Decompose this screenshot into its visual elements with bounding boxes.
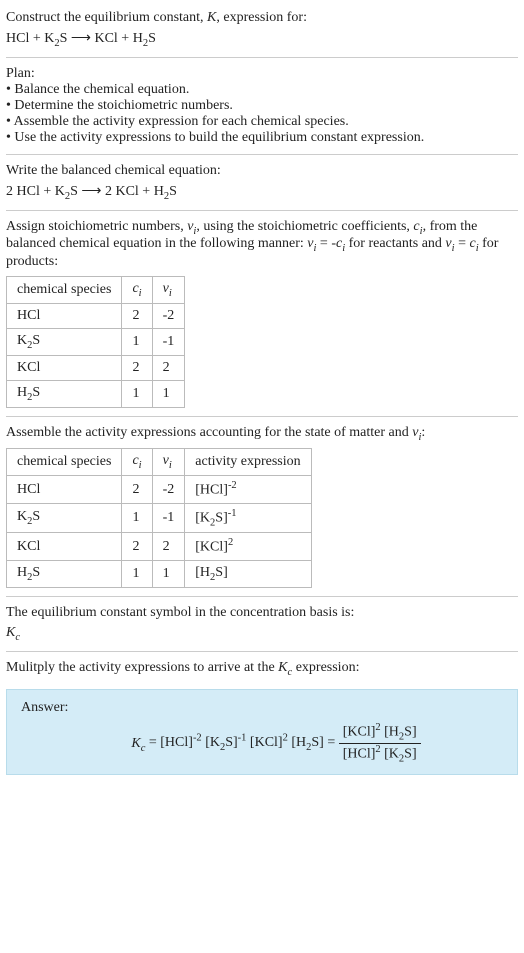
cell-c: 2 (122, 355, 152, 380)
table-header: activity expression (185, 449, 311, 476)
plan-item-text: Assemble the activity expression for eac… (14, 114, 349, 129)
table-row: chemical species ci νi (7, 277, 185, 304)
cell-species: K2S (7, 503, 122, 532)
cell-c: 2 (122, 476, 152, 504)
table-header: ci (122, 277, 152, 304)
cell-v: -2 (152, 476, 185, 504)
plan-item-text: Determine the stoichiometric numbers. (14, 98, 233, 113)
kc-symbol: Kc (6, 625, 518, 643)
multiply-section: Mulitply the activity expressions to arr… (6, 654, 518, 684)
balanced-equation: 2 HCl + K2S ⟶ 2 KCl + H2S (6, 183, 518, 202)
cell-c: 1 (122, 503, 152, 532)
plan-section: Plan: • Balance the chemical equation. •… (6, 60, 518, 152)
balanced-section: Write the balanced chemical equation: 2 … (6, 157, 518, 208)
table-header: chemical species (7, 277, 122, 304)
activity-section: Assemble the activity expressions accoun… (6, 419, 518, 594)
cell-species: H2S (7, 560, 122, 587)
cell-v: 1 (152, 380, 185, 407)
cell-species: HCl (7, 476, 122, 504)
plan-title: Plan: (6, 66, 518, 82)
cell-v: 2 (152, 355, 185, 380)
cell-species: H2S (7, 380, 122, 407)
cell-species: K2S (7, 328, 122, 355)
table-header: νi (152, 449, 185, 476)
prompt-section: Construct the equilibrium constant, K, e… (6, 4, 518, 55)
cell-expr: [HCl]-2 (185, 476, 311, 504)
divider (6, 596, 518, 597)
answer-label: Answer: (21, 700, 503, 716)
symbol-section: The equilibrium constant symbol in the c… (6, 599, 518, 649)
stoich-table: chemical species ci νi HCl 2 -2 K2S 1 -1… (6, 276, 185, 407)
cell-c: 1 (122, 380, 152, 407)
table-row: K2S 1 -1 (7, 328, 185, 355)
plan-item-text: Balance the chemical equation. (14, 82, 189, 97)
table-row: KCl 2 2 [KCl]2 (7, 533, 312, 561)
cell-expr: [K2S]-1 (185, 503, 311, 532)
cell-c: 2 (122, 303, 152, 328)
plan-item: • Determine the stoichiometric numbers. (6, 98, 518, 114)
plan-item: • Balance the chemical equation. (6, 82, 518, 98)
cell-expr: [H2S] (185, 560, 311, 587)
cell-v: 1 (152, 560, 185, 587)
stoich-section: Assign stoichiometric numbers, νi, using… (6, 213, 518, 414)
table-row: H2S 1 1 [H2S] (7, 560, 312, 587)
stoich-intro: Assign stoichiometric numbers, νi, using… (6, 219, 518, 271)
activity-intro: Assemble the activity expressions accoun… (6, 425, 518, 443)
divider (6, 210, 518, 211)
plan-item-text: Use the activity expressions to build th… (14, 130, 424, 145)
divider (6, 154, 518, 155)
multiply-intro: Mulitply the activity expressions to arr… (6, 660, 518, 678)
table-row: HCl 2 -2 [HCl]-2 (7, 476, 312, 504)
table-row: chemical species ci νi activity expressi… (7, 449, 312, 476)
symbol-intro: The equilibrium constant symbol in the c… (6, 605, 518, 621)
table-row: HCl 2 -2 (7, 303, 185, 328)
answer-box: Answer: Kc = [HCl]-2 [K2S]-1 [KCl]2 [H2S… (6, 689, 518, 775)
activity-table: chemical species ci νi activity expressi… (6, 448, 312, 587)
cell-c: 2 (122, 533, 152, 561)
cell-c: 1 (122, 560, 152, 587)
fraction: [KCl]2 [H2S] [HCl]2 [K2S] (339, 722, 421, 764)
table-header: chemical species (7, 449, 122, 476)
cell-species: KCl (7, 533, 122, 561)
table-header: ci (122, 449, 152, 476)
cell-v: 2 (152, 533, 185, 561)
divider (6, 416, 518, 417)
balanced-intro: Write the balanced chemical equation: (6, 163, 518, 179)
cell-expr: [KCl]2 (185, 533, 311, 561)
divider (6, 57, 518, 58)
kc-expression: Kc = [HCl]-2 [K2S]-1 [KCl]2 [H2S] = [KCl… (49, 722, 503, 764)
plan-item: • Use the activity expressions to build … (6, 130, 518, 146)
cell-species: HCl (7, 303, 122, 328)
divider (6, 651, 518, 652)
plan-item: • Assemble the activity expression for e… (6, 114, 518, 130)
fraction-numerator: [KCl]2 [H2S] (339, 722, 421, 743)
cell-species: KCl (7, 355, 122, 380)
cell-v: -2 (152, 303, 185, 328)
fraction-denominator: [HCl]2 [K2S] (339, 744, 421, 764)
table-row: K2S 1 -1 [K2S]-1 (7, 503, 312, 532)
table-row: H2S 1 1 (7, 380, 185, 407)
cell-v: -1 (152, 503, 185, 532)
unbalanced-equation: HCl + K2S ⟶ KCl + H2S (6, 30, 518, 49)
cell-c: 1 (122, 328, 152, 355)
table-row: KCl 2 2 (7, 355, 185, 380)
table-header: νi (152, 277, 185, 304)
cell-v: -1 (152, 328, 185, 355)
prompt-text: Construct the equilibrium constant, K, e… (6, 10, 518, 26)
